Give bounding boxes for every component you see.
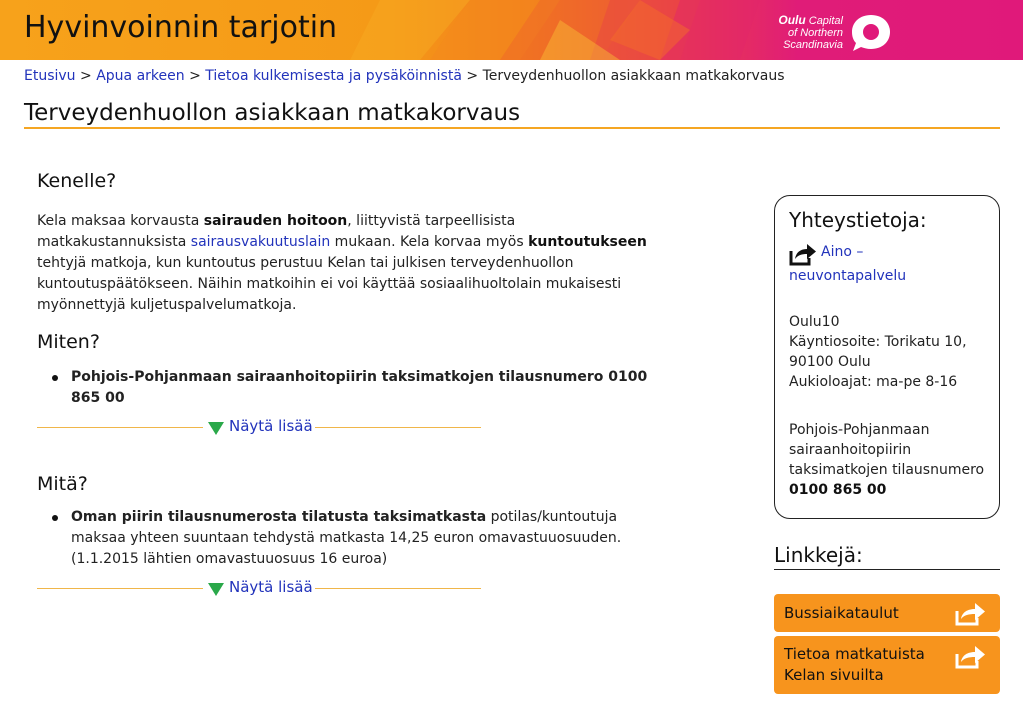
heading-miten: Miten? xyxy=(37,331,100,353)
office-address-2: 90100 Oulu xyxy=(789,354,871,370)
office-hours: Aukioloajat: ma-pe 8-16 xyxy=(789,374,958,390)
link-label[interactable]: Bussiaikataulut xyxy=(784,603,899,624)
site-title[interactable]: Hyvinvoinnin tarjotin xyxy=(24,10,337,45)
show-more-label[interactable]: Näytä lisää xyxy=(229,417,313,435)
taxi-line-1: Pohjois-Pohjanmaan xyxy=(789,422,930,438)
logo-line-2: of Northern xyxy=(787,27,843,39)
bold-text: Oman piirin tilausnumerosta tilatusta ta… xyxy=(71,509,487,525)
title-divider xyxy=(24,127,1000,129)
list-item: Pohjois-Pohjanmaan sairaanhoitopiirin ta… xyxy=(37,367,657,409)
site-header: Hyvinvoinnin tarjotin Oulu Capital of No… xyxy=(0,0,1023,60)
speech-bubble-logo-icon[interactable] xyxy=(850,13,892,53)
text: Kela maksaa korvausta xyxy=(37,213,204,229)
heading-mita: Mitä? xyxy=(37,473,88,495)
link-label-line-1[interactable]: Tietoa matkatuista xyxy=(784,644,925,665)
taxi-line-3: taksimatkojen tilausnumero xyxy=(789,462,985,478)
taxi-line-2: sairaanhoitopiirin xyxy=(789,442,912,458)
show-more-line-right xyxy=(315,588,481,589)
list-item: Oman piirin tilausnumerosta tilatusta ta… xyxy=(37,507,647,570)
share-arrow-icon[interactable] xyxy=(789,242,817,266)
share-arrow-icon[interactable] xyxy=(954,644,986,670)
logo-word-oulu: Oulu xyxy=(778,13,806,27)
link-label-line-2[interactable]: Kelan sivuilta xyxy=(784,665,925,686)
breadcrumb: Etusivu > Apua arkeen > Tietoa kulkemise… xyxy=(24,68,785,84)
bold-text: kuntoutukseen xyxy=(528,234,647,250)
miten-list: Pohjois-Pohjanmaan sairaanhoitopiirin ta… xyxy=(37,367,657,409)
main-content: Kenelle? Kela maksaa korvausta sairauden… xyxy=(37,170,657,598)
bold-text: sairauden hoitoon xyxy=(203,213,348,229)
breadcrumb-current: Terveydenhuollon asiakkaan matkakorvaus xyxy=(482,68,785,84)
text: mukaan. Kela korvaa myös xyxy=(330,234,529,250)
mita-list: Oman piirin tilausnumerosta tilatusta ta… xyxy=(37,507,647,570)
breadcrumb-separator: > xyxy=(466,68,479,84)
show-more-line-right xyxy=(315,427,481,428)
link-label[interactable]: Tietoa matkatuista Kelan sivuilta xyxy=(784,644,925,686)
office-address-1: Käyntiosoite: Torikatu 10, xyxy=(789,334,967,350)
contact-heading: Yhteystietoja: xyxy=(789,208,927,232)
taxi-info: Pohjois-Pohjanmaan sairaanhoitopiirin ta… xyxy=(789,420,985,500)
sairausvakuutuslaki-link[interactable]: sairausvakuutuslain xyxy=(191,234,330,250)
triangle-down-icon[interactable] xyxy=(208,422,224,435)
link-kela-matkatuet[interactable]: Tietoa matkatuista Kelan sivuilta xyxy=(774,636,1000,694)
contact-box: Yhteystietoja: Aino – neuvontapalvelu Ou… xyxy=(774,195,1000,519)
link-bussiaikataulut[interactable]: Bussiaikataulut xyxy=(774,594,1000,632)
heading-kenelle: Kenelle? xyxy=(37,170,117,192)
logo-line-3: Scandinavia xyxy=(783,39,843,51)
contact-link-line-1[interactable]: Aino – xyxy=(821,244,863,260)
aino-neuvontapalvelu-link[interactable]: Aino – neuvontapalvelu xyxy=(789,240,985,288)
office-info: Oulu10 Käyntiosoite: Torikatu 10, 90100 … xyxy=(789,312,985,392)
triangle-down-icon[interactable] xyxy=(208,583,224,596)
show-more-mita[interactable]: Näytä lisää xyxy=(37,578,481,598)
office-name: Oulu10 xyxy=(789,314,840,330)
breadcrumb-separator: > xyxy=(189,68,201,84)
text: tehtyjä matkoja, kun kuntoutus perustuu … xyxy=(37,255,622,313)
bold-text: Pohjois-Pohjanmaan sairaanhoitopiirin ta… xyxy=(71,369,648,406)
logo-word-capital: Capital xyxy=(808,15,843,27)
breadcrumb-apua-arkeen[interactable]: Apua arkeen xyxy=(96,68,184,84)
page-title: Terveydenhuollon asiakkaan matkakorvaus xyxy=(24,100,521,126)
contact-link-line-2[interactable]: neuvontapalvelu xyxy=(789,264,985,288)
breadcrumb-separator: > xyxy=(80,68,92,84)
logo-text[interactable]: Oulu Capital of Northern Scandinavia xyxy=(778,14,843,51)
kenelle-paragraph: Kela maksaa korvausta sairauden hoitoon,… xyxy=(37,211,657,316)
taxi-number: 0100 865 00 xyxy=(789,482,887,498)
links-heading: Linkkejä: xyxy=(774,543,1000,570)
breadcrumb-kulkeminen[interactable]: Tietoa kulkemisesta ja pysäköinnistä xyxy=(205,68,462,84)
breadcrumb-home[interactable]: Etusivu xyxy=(24,68,76,84)
show-more-label[interactable]: Näytä lisää xyxy=(229,578,313,596)
show-more-line-left xyxy=(37,588,203,589)
share-arrow-icon[interactable] xyxy=(954,601,986,627)
show-more-line-left xyxy=(37,427,203,428)
show-more-miten[interactable]: Näytä lisää xyxy=(37,417,481,437)
